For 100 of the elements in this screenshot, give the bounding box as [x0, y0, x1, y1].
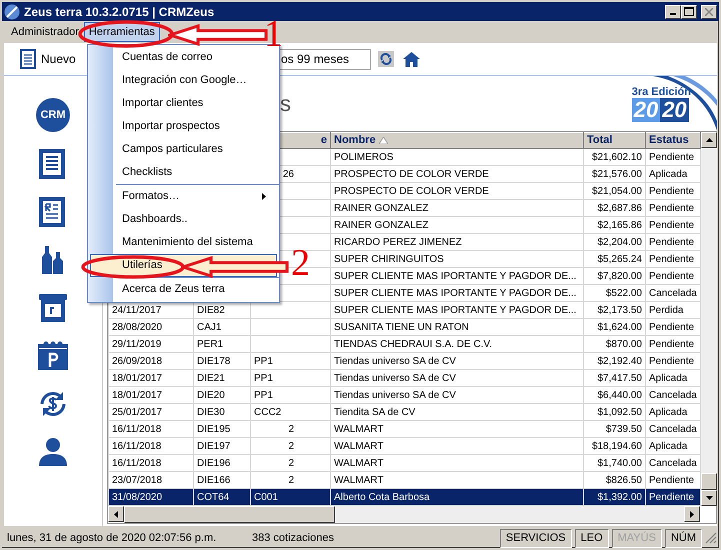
minimize-button[interactable]: [665, 4, 681, 18]
table-cell: Tiendas universo SA de CV: [334, 372, 456, 384]
menu-item[interactable]: Acerca de Zeus terra: [90, 278, 277, 301]
crm-logo[interactable]: CRM: [36, 98, 70, 132]
scroll-up-button[interactable]: [701, 132, 717, 148]
left-arrow-icon: [114, 510, 118, 518]
calendar-icon[interactable]: [37, 340, 69, 372]
table-cell: Aplicada: [649, 372, 688, 384]
table-cell: Aplicada: [649, 440, 688, 452]
table-cell: Perdida: [649, 304, 684, 316]
table-cell: 23/07/2018: [112, 474, 162, 486]
table-row[interactable]: 26/09/2018 DIE178 PP1 Tiendas universo SA de CV $2,192.40 Pendiente: [108, 352, 700, 370]
status-panel: LEO: [574, 528, 609, 548]
column-header[interactable]: Nombre: [334, 134, 376, 146]
home-icon[interactable]: [403, 51, 420, 67]
table-cell: DIE197: [197, 440, 230, 452]
table-cell: 28/08/2020: [112, 322, 162, 332]
table-cell: Pendiente: [649, 254, 694, 264]
table-row[interactable]: 16/11/2018 DIE196 2 WALMART $1,740.00 Cancelada: [108, 454, 700, 472]
table-cell: Pendiente: [649, 202, 694, 214]
table-cell: 18/01/2017: [112, 390, 162, 400]
scroll-left-button[interactable]: [108, 506, 124, 522]
scroll-right-button[interactable]: [684, 506, 700, 522]
table-cell: SUPER CLIENTE MAS IPORTANTE Y PAGDOR DE...: [334, 304, 576, 316]
app-icon: [4, 4, 20, 20]
table-cell: SUPER CLIENTE MAS IPORTANTE Y PAGDOR DE...: [334, 270, 576, 282]
table-row[interactable]: 16/11/2018 DIE197 2 WALMART $18,194.60 Aplicada: [108, 438, 700, 454]
menu-item[interactable]: Campos particulares: [90, 138, 277, 161]
maximize-button[interactable]: [681, 4, 697, 18]
table-cell: PP1: [254, 356, 273, 366]
table-cell: 2: [288, 474, 294, 486]
table-cell: Cancelada: [649, 424, 697, 434]
table-row[interactable]: 29/11/2019 PER1 TIENDAS CHEDRAUI S.A. DE C.V. $870.00 Pendiente: [108, 336, 700, 352]
table-cell: Cancelada: [649, 458, 697, 468]
table-row[interactable]: 18/01/2017 DIE20 PP1 Tiendas universo SA de CV $6,440.00 Cancelada: [108, 386, 700, 404]
menu-item[interactable]: Importar clientes: [90, 92, 277, 115]
table-cell: Cancelada: [649, 288, 697, 298]
table-cell: DIE21: [197, 372, 225, 384]
menu-item[interactable]: Formatos…: [90, 185, 277, 208]
table-cell: 29/11/2019: [112, 338, 162, 350]
table-cell: $826.50: [606, 474, 642, 486]
right-arrow-icon: [690, 510, 694, 518]
menu-item[interactable]: Checklists: [90, 161, 277, 184]
table-cell: Alberto Cota Barbosa: [334, 492, 430, 502]
close-button[interactable]: [701, 4, 717, 18]
table-cell: PP1: [254, 390, 273, 400]
table-row[interactable]: 31/08/2020 COT64 C001 Alberto Cota Barbosa $1,392.00 Pendiente: [108, 488, 700, 506]
table-cell: 16/11/2018: [112, 440, 162, 452]
table-cell: 24/11/2017: [112, 304, 162, 316]
scroll-thumb[interactable]: [124, 506, 335, 523]
table-cell: 2: [288, 458, 294, 468]
table-cell: 26/09/2018: [112, 356, 162, 366]
table-cell: CCC2: [254, 406, 282, 418]
edition-year: 20: [660, 98, 689, 122]
table-cell: PP1: [254, 372, 273, 384]
box-icon[interactable]: [37, 292, 69, 324]
table-cell: $7,417.50: [598, 372, 642, 384]
maximize-icon: [684, 7, 694, 16]
user-icon[interactable]: [37, 436, 69, 468]
table-cell: 18/01/2017: [112, 372, 162, 384]
table-cell: $2,165.86: [598, 220, 642, 230]
submenu-arrow-icon: [262, 193, 266, 200]
column-header[interactable]: e: [320, 134, 327, 146]
table-cell: $21,054.00: [592, 186, 642, 196]
table-row[interactable]: 16/11/2018 DIE195 2 WALMART $739.50 Cancelada: [108, 420, 700, 438]
status-count: 383 cotizaciones: [252, 530, 335, 546]
table-cell: Pendiente: [649, 152, 694, 162]
table-row[interactable]: 28/08/2020 CAJ1 SUSANITA TIENE UN RATON $1,624.00 Pendiente: [108, 318, 700, 336]
close-icon: [705, 8, 713, 16]
minimize-icon: [670, 12, 676, 14]
table-cell: PROSPECTO DE COLOR VERDE: [334, 186, 489, 196]
table-cell: $739.50: [606, 424, 642, 434]
menu-item[interactable]: Dashboards..: [90, 208, 277, 231]
table-cell: Pendiente: [649, 236, 694, 248]
table-cell: RICARDO PEREZ JIMENEZ: [334, 236, 462, 248]
table-cell: Tiendas universo SA de CV: [334, 356, 456, 366]
table-cell: C001: [254, 492, 278, 502]
table-cell: 2: [288, 440, 294, 452]
table-cell: Pendiente: [649, 492, 694, 502]
table-cell: TIENDAS CHEDRAUI S.A. DE C.V.: [334, 338, 492, 350]
scroll-thumb[interactable]: [701, 473, 717, 490]
table-cell: 25/01/2017: [112, 406, 162, 418]
annotation-number: 2: [291, 244, 310, 282]
table-cell: Pendiente: [649, 220, 694, 230]
menu-item[interactable]: Mantenimiento del sistema: [90, 231, 277, 254]
table-cell: POLIMEROS: [334, 152, 394, 162]
edition-year: 20: [632, 98, 660, 122]
menu-item[interactable]: Importar prospectos: [90, 115, 277, 138]
refresh-icon[interactable]: [378, 51, 394, 67]
table-cell: PER1: [197, 338, 224, 350]
table-cell: 2: [288, 424, 294, 434]
table-row[interactable]: 25/01/2017 DIE30 CCC2 Tiendita SA de CV $1,092.50 Aplicada: [108, 404, 700, 420]
menu-item[interactable]: Integración con Google…: [90, 69, 277, 92]
period-field[interactable]: os 99 meses: [279, 48, 371, 70]
table-row[interactable]: 18/01/2017 DIE21 PP1 Tiendas universo SA de CV $7,417.50 Aplicada: [108, 370, 700, 386]
scroll-down-button[interactable]: [701, 490, 717, 506]
table-cell: 16/11/2018: [112, 458, 162, 468]
table-cell: $2,192.40: [598, 356, 642, 366]
menu-item[interactable]: Administrador: [6, 22, 84, 42]
table-cell: COT64: [197, 492, 230, 502]
